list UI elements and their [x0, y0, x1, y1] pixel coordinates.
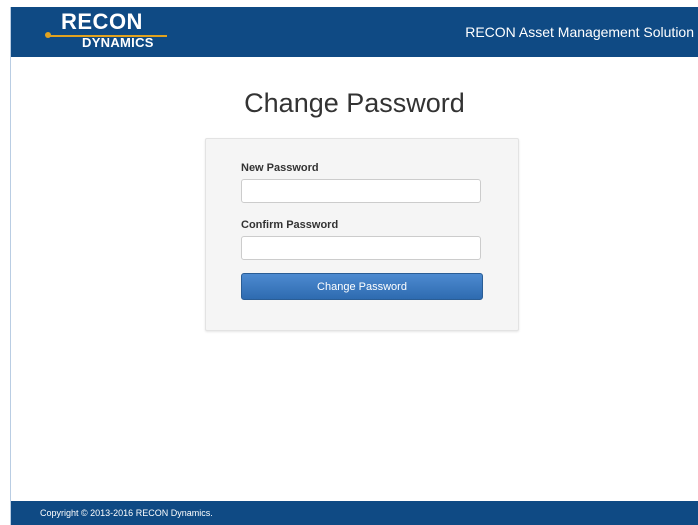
- logo-wordmark-top: RECON: [61, 9, 143, 34]
- recon-dynamics-logo[interactable]: RECON DYNAMICS: [45, 9, 207, 54]
- copyright-text: Copyright © 2013-2016 RECON Dynamics.: [40, 508, 213, 518]
- page-title: Change Password: [244, 88, 465, 118]
- confirm-password-input[interactable]: [241, 236, 481, 260]
- app-frame: RECON DYNAMICS RECON Asset Management So…: [10, 7, 698, 525]
- change-password-button[interactable]: Change Password: [241, 273, 483, 300]
- logo-wordmark-bottom: DYNAMICS: [82, 35, 154, 50]
- new-password-input[interactable]: [241, 179, 481, 203]
- header-bar: RECON DYNAMICS RECON Asset Management So…: [11, 7, 698, 57]
- app-title: RECON Asset Management Solution: [465, 24, 694, 40]
- change-password-form: New Password Confirm Password Change Pas…: [205, 138, 519, 331]
- confirm-password-label: Confirm Password: [241, 219, 339, 231]
- new-password-label: New Password: [241, 162, 319, 174]
- footer-bar: Copyright © 2013-2016 RECON Dynamics.: [11, 501, 698, 525]
